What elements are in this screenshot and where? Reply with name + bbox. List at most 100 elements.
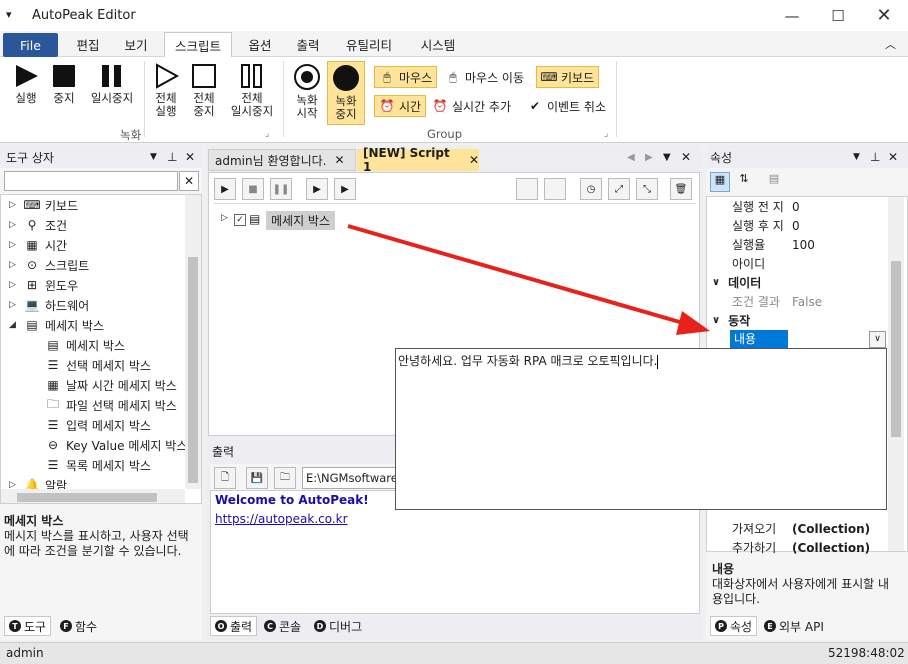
menu-view[interactable]: 보기 [114, 31, 158, 57]
expand-icon[interactable]: ▷ [9, 240, 19, 250]
tree-item-hardware[interactable]: ▷ 💻 하드웨어 [9, 295, 89, 315]
timer-button[interactable]: ◷ [580, 178, 602, 200]
stop-button[interactable]: ■ [242, 178, 264, 200]
tree-item-script[interactable]: ▷ ⊙ 스크립트 [9, 255, 89, 275]
close-icon[interactable]: ✕ [861, 0, 907, 31]
dialog-launcher-icon[interactable]: ⌟ [604, 129, 608, 139]
save-button[interactable]: 💾 [246, 467, 268, 489]
tree-subitem[interactable]: ⊖ Key Value 메세지 박스 [45, 435, 187, 455]
scroll-right-icon[interactable]: ▶ [645, 152, 653, 163]
tree-subitem[interactable]: 🗀 파일 선택 메세지 박스 [45, 395, 177, 415]
mouse-move-toggle[interactable]: 🖱 마우스 이동 [445, 66, 524, 88]
sort-az-icon[interactable]: ⇅ [734, 172, 754, 192]
realtime-add-toggle[interactable]: ⏰ 실시간 추가 [432, 95, 512, 117]
keyboard-toggle[interactable]: ⌨ 키보드 [536, 66, 600, 88]
record-start-button[interactable]: 녹화 시작 [288, 63, 326, 120]
delete-button[interactable]: 🗑 [670, 178, 692, 200]
close-tab-icon[interactable]: ✕ [469, 153, 479, 167]
prop-row[interactable]: 실행 후 지 0 [732, 216, 800, 235]
pin-icon[interactable]: ⊥ [167, 150, 177, 164]
content-text[interactable]: 안녕하세요. 업무 자동화 RPA 매크로 오토픽입니다. [398, 354, 657, 368]
prop-row[interactable]: 추가하기 (Collection) [732, 538, 870, 557]
tab-tools[interactable]: T 도구 [4, 616, 52, 636]
tree-item-window[interactable]: ▷ ⊞ 윈도우 [9, 275, 78, 295]
collapse-button[interactable]: ⤡ [636, 178, 658, 200]
toolbox-search-input[interactable] [4, 171, 178, 191]
tree-item-time[interactable]: ▷ ▦ 시간 [9, 235, 67, 255]
minimize-icon[interactable]: — [769, 0, 815, 31]
script-node[interactable]: 메세지 박스 [266, 211, 336, 230]
tab-functions[interactable]: F 함수 [56, 616, 101, 636]
record-stop-button[interactable]: 녹화 중지 [327, 61, 365, 125]
log-link[interactable]: https://autopeak.co.kr [215, 512, 348, 526]
close-icon[interactable]: ✕ [185, 150, 195, 164]
tree-item-condition[interactable]: ▷ ⚲ 조건 [9, 215, 67, 235]
expand-icon[interactable]: ▷ [9, 200, 19, 210]
menu-utility[interactable]: 유틸리티 [336, 31, 402, 57]
tree-subitem[interactable]: ▦ 날짜 시간 메세지 박스 [45, 375, 176, 395]
expand-node-icon[interactable]: ▷ [221, 213, 228, 223]
menu-system[interactable]: 시스템 [410, 31, 466, 57]
content-popup-editor[interactable]: 안녕하세요. 업무 자동화 RPA 매크로 오토픽입니다. [395, 348, 887, 510]
run-all-button[interactable]: 전체 실행 [148, 63, 184, 118]
close-icon[interactable]: ✕ [888, 150, 898, 164]
time-toggle[interactable]: ⏰ 시간 [374, 95, 427, 117]
expand-icon[interactable]: ▷ [9, 280, 19, 290]
prop-row[interactable]: 실행율 100 [732, 235, 815, 254]
categorized-icon[interactable]: ▦ [710, 172, 730, 192]
blank-button[interactable] [544, 178, 566, 200]
dialog-launcher-icon[interactable]: ⌟ [265, 129, 269, 139]
prop-row[interactable]: 실행 전 지 0 [732, 197, 800, 216]
prop-row[interactable]: 아이디 [732, 254, 792, 273]
prop-content-name[interactable]: 내용 [730, 330, 788, 348]
tree-subitem[interactable]: ☰ 입력 메세지 박스 [45, 415, 151, 435]
scroll-left-icon[interactable]: ◀ [627, 152, 635, 163]
pause-button[interactable]: 일시중지 [84, 63, 140, 105]
tab-console[interactable]: C 콘솔 [260, 616, 305, 636]
expand-icon[interactable]: ▷ [9, 300, 19, 310]
tree-item-messagebox[interactable]: ◢ ▤ 메세지 박스 [9, 315, 104, 335]
tab-properties[interactable]: P 속성 [710, 616, 758, 636]
horizontal-scrollbar[interactable] [1, 489, 185, 503]
expand-button[interactable]: ⤢ [608, 178, 630, 200]
expand-icon[interactable]: ▷ [9, 220, 19, 230]
collapse-ribbon-icon[interactable]: ︿ [885, 36, 896, 52]
open-folder-button[interactable]: 🗀 [274, 467, 296, 489]
collapse-icon[interactable]: ◢ [9, 320, 19, 330]
stop-button[interactable]: 중지 [46, 63, 82, 105]
maximize-icon[interactable]: ☐ [815, 0, 861, 31]
close-tab-icon[interactable]: ✕ [334, 153, 344, 167]
stop-all-button[interactable]: 전체 중지 [186, 63, 222, 118]
tab-welcome[interactable]: admin님 환영합니다. ✕ [208, 149, 356, 171]
property-pages-icon[interactable]: ▤ [764, 172, 784, 192]
properties-scrollbar[interactable] [888, 197, 904, 551]
pause-all-button[interactable]: 전체 일시중지 [224, 63, 280, 118]
close-icon[interactable]: ✕ [681, 150, 691, 164]
expand-icon[interactable]: ▷ [9, 260, 19, 270]
pause-button[interactable]: ❚❚ [270, 178, 292, 200]
prop-row[interactable]: 가져오기 (Collection) [732, 519, 870, 538]
tab-script1[interactable]: [NEW] Script 1 ✕ [357, 146, 479, 174]
menu-file[interactable]: File [3, 33, 58, 57]
content-dropdown-icon[interactable]: ∨ [869, 331, 886, 348]
tree-subitem[interactable]: ☰ 선택 메세지 박스 [45, 355, 151, 375]
run-to-button[interactable]: ▶ [334, 178, 356, 200]
prop-row[interactable]: 조건 결과 False [732, 292, 822, 311]
dropdown-icon[interactable]: ▼ [150, 152, 157, 162]
event-cancel-toggle[interactable]: ✔ 이벤트 취소 [527, 95, 606, 117]
menu-script[interactable]: 스크립트 [164, 32, 232, 58]
tree-subitem[interactable]: ☰ 목록 메세지 박스 [45, 455, 151, 475]
clear-search-icon[interactable]: ✕ [179, 171, 199, 191]
menu-options[interactable]: 옵션 [238, 31, 282, 57]
tree-item-keyboard[interactable]: ▷ ⌨ 키보드 [9, 195, 78, 215]
output-path-field[interactable]: E:\NGMsoftware\ [302, 467, 402, 489]
menu-edit[interactable]: 편집 [66, 31, 110, 57]
vertical-scrollbar[interactable] [185, 195, 201, 489]
mouse-click-toggle[interactable]: 🖱 마우스 [374, 66, 438, 88]
tab-external-api[interactable]: E 외부 API [760, 616, 828, 636]
step-button[interactable]: ▶ [306, 178, 328, 200]
app-menu-icon[interactable]: ▾ [6, 8, 12, 21]
dropdown-icon[interactable]: ▼ [853, 152, 860, 162]
node-checkbox[interactable]: ✓ [234, 214, 246, 226]
tree-subitem[interactable]: ▤ 메세지 박스 [45, 335, 125, 355]
